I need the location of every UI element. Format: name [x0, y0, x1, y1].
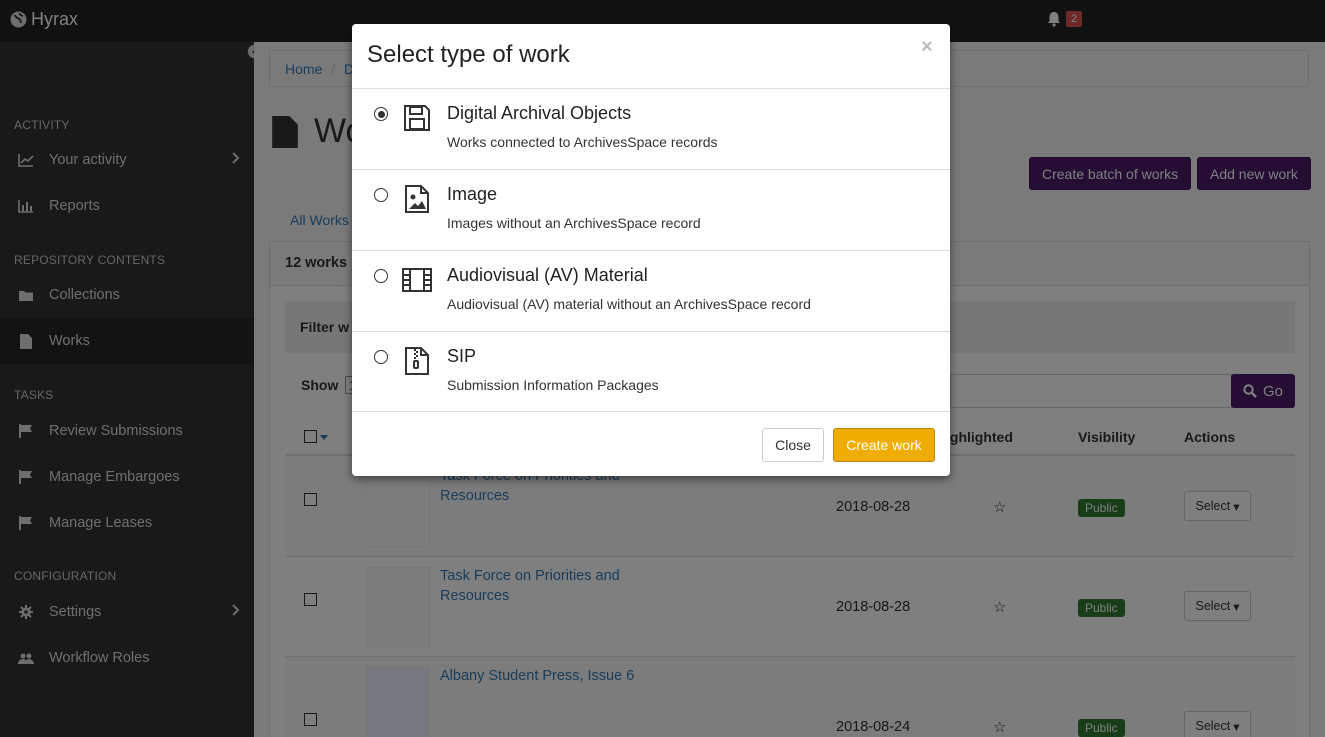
- create-work-button[interactable]: Create work: [833, 428, 935, 462]
- close-icon[interactable]: ×: [921, 36, 933, 59]
- work-type-radio[interactable]: [374, 350, 388, 364]
- modal-title: Select type of work: [367, 41, 570, 68]
- work-type-name: Digital Archival Objects: [447, 103, 632, 123]
- work-type-option-audiovisual[interactable]: Audiovisual (AV) Material Audiovisual (A…: [352, 250, 950, 331]
- work-type-description: Submission Information Packages: [447, 377, 659, 393]
- work-type-name: Audiovisual (AV) Material: [447, 265, 648, 285]
- work-type-description: Audiovisual (AV) material without an Arc…: [447, 296, 811, 312]
- work-type-radio[interactable]: [374, 188, 388, 202]
- work-type-radio[interactable]: [374, 269, 388, 283]
- image-file-icon: [405, 185, 429, 213]
- work-type-description: Images without an ArchivesSpace record: [447, 215, 701, 231]
- work-type-name: SIP: [447, 346, 477, 366]
- zip-file-icon: [405, 347, 429, 375]
- work-type-name: Image: [447, 184, 498, 204]
- select-work-type-modal: Select type of work × Digital Archival O…: [352, 24, 950, 476]
- work-type-option-image[interactable]: Image Images without an ArchivesSpace re…: [352, 169, 950, 250]
- floppy-disk-icon: [404, 105, 430, 131]
- work-type-description: Works connected to ArchivesSpace records: [447, 134, 718, 150]
- modal-footer: Close Create work: [352, 411, 950, 476]
- work-type-option-sip[interactable]: SIP Submission Information Packages: [352, 331, 950, 412]
- work-type-radio[interactable]: [374, 107, 388, 121]
- film-icon: [402, 268, 432, 292]
- close-button[interactable]: Close: [762, 428, 824, 462]
- work-type-option-digital-archival-objects[interactable]: Digital Archival Objects Works connected…: [352, 88, 950, 169]
